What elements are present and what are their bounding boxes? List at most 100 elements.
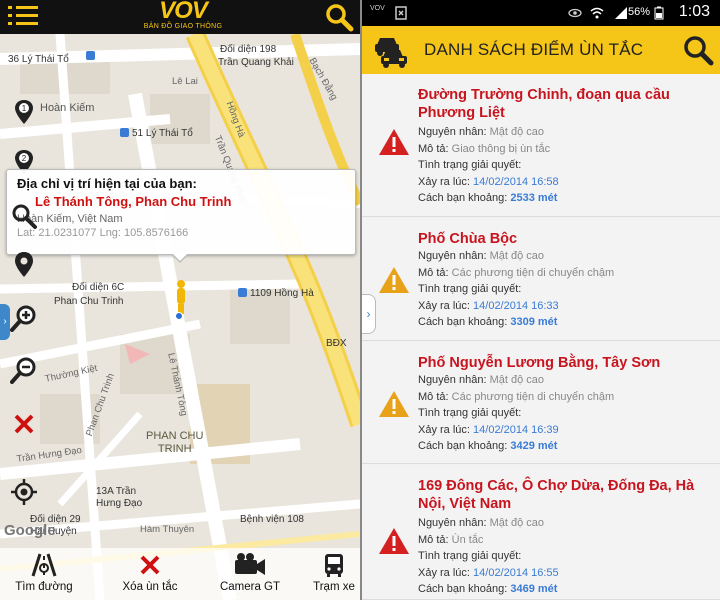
label-state: Tình trạng giải quyết: bbox=[418, 407, 522, 419]
zoom-in-icon[interactable] bbox=[10, 304, 38, 332]
label-cause: Nguyên nhân: bbox=[418, 250, 487, 262]
label-cause: Nguyên nhân: bbox=[418, 517, 487, 529]
bottom-tab-bar: Tìm đường Xóa ùn tắc Camera GT Trạm xe bbox=[0, 548, 360, 600]
value-time: 14/02/2014 16:55 bbox=[473, 566, 559, 579]
logo-mark: VOV bbox=[159, 0, 208, 24]
value-time: 14/02/2014 16:58 bbox=[473, 175, 559, 188]
map-label: Phan Chu Trinh bbox=[54, 296, 124, 307]
map-view[interactable]: 36 Lý Thái Tổ Đối diện 198 Trần Quang Kh… bbox=[0, 34, 360, 600]
map-label: Hàm Thuyên bbox=[140, 524, 195, 535]
label-dist: Cách bạn khoảng: bbox=[418, 192, 508, 204]
item-title: Phố Nguyễn Lương Bằng, Tây Sơn bbox=[418, 355, 661, 371]
search-zoom-icon[interactable] bbox=[10, 202, 38, 230]
label-time: Xảy ra lúc: bbox=[418, 299, 470, 312]
camera-icon bbox=[235, 553, 265, 575]
value-desc: Các phương tiện di chuyển chậm bbox=[451, 266, 615, 279]
status-bar: VOV 56% 1:03 bbox=[362, 0, 720, 26]
value-cause: Mật độ cao bbox=[489, 126, 544, 138]
list-item[interactable]: Đường Trường Chinh, đoạn qua cầu Phương … bbox=[362, 74, 720, 217]
value-time: 14/02/2014 16:39 bbox=[473, 423, 559, 436]
search-icon[interactable] bbox=[324, 2, 354, 32]
value-dist: 2533 mét bbox=[510, 192, 558, 204]
list-header: DANH SÁCH ĐIỂM ÙN TẮC bbox=[362, 26, 720, 74]
map-label: Hoàn Kiếm bbox=[40, 102, 95, 114]
label-state: Tình trạng giải quyết: bbox=[418, 550, 522, 562]
value-desc: Các phương tiện di chuyển chậm bbox=[451, 390, 615, 403]
label-desc: Mô tả: bbox=[418, 390, 449, 403]
menu-icon[interactable] bbox=[8, 4, 40, 28]
map-label: 1109 Hồng Hà bbox=[250, 288, 314, 299]
warning-red-icon bbox=[379, 528, 409, 554]
current-location-person-icon bbox=[175, 280, 185, 320]
label-time: Xảy ra lúc: bbox=[418, 175, 470, 188]
status-time: 1:03 bbox=[678, 3, 710, 20]
popup-city: Hoàn Kiếm, Việt Nam bbox=[17, 213, 123, 225]
tab-camera[interactable]: Camera GT bbox=[210, 552, 290, 598]
map-label: Bệnh viện 108 bbox=[240, 514, 304, 525]
chevron-right-icon: › bbox=[3, 316, 7, 327]
wifi-icon bbox=[590, 7, 604, 19]
svg-text:1: 1 bbox=[22, 104, 27, 113]
value-cause: Mật độ cao bbox=[489, 250, 544, 262]
bus-stop-icon: 1109 Hồng Hà bbox=[238, 288, 314, 299]
item-title: 169 Đông Các, Ô Chợ Dừa, Đống Đa, Hà Nội… bbox=[418, 478, 695, 512]
map-label: Trần Quang Khải bbox=[218, 57, 294, 68]
bus-stop-icon bbox=[86, 51, 98, 62]
map-label: 13A Trần Hưng Đạo bbox=[96, 486, 143, 509]
value-cause: Mật độ cao bbox=[489, 374, 544, 386]
svg-text:2: 2 bbox=[22, 154, 27, 163]
label-cause: Nguyên nhân: bbox=[418, 126, 487, 138]
tab-label: Xóa ùn tắc bbox=[122, 581, 178, 593]
road-icon bbox=[31, 553, 57, 577]
notification-icon bbox=[395, 6, 407, 20]
warning-red-icon bbox=[379, 129, 409, 155]
tab-clear-congestion[interactable]: Xóa ùn tắc bbox=[108, 552, 192, 598]
tab-find-route[interactable]: Tìm đường bbox=[6, 552, 82, 598]
tab-label: Camera GT bbox=[219, 581, 281, 593]
popup-title: Địa chỉ vị trí hiện tại của bạn: bbox=[17, 176, 197, 191]
tab-label: Trạm xe bbox=[313, 581, 355, 593]
map-label: Lê Lai bbox=[172, 76, 198, 87]
current-location-popup[interactable]: Địa chỉ vị trí hiện tại của bạn: Lê Thán… bbox=[6, 169, 356, 263]
status-battery: 56% bbox=[627, 6, 650, 18]
popup-street: Lê Thánh Tông, Phan Chu Trinh bbox=[35, 194, 232, 209]
value-dist: 3469 mét bbox=[510, 583, 558, 595]
label-desc: Mô tả: bbox=[418, 533, 449, 546]
map-label: 36 Lý Thái Tổ bbox=[8, 54, 69, 65]
label-dist: Cách bạn khoảng: bbox=[418, 583, 508, 595]
battery-icon bbox=[654, 6, 664, 20]
label-dist: Cách bạn khoảng: bbox=[418, 440, 508, 452]
label-state: Tình trạng giải quyết: bbox=[418, 283, 522, 295]
collapse-panel-tab[interactable]: › bbox=[362, 294, 376, 334]
tab-bus-station[interactable]: Trạm xe bbox=[304, 552, 360, 598]
value-cause: Mật độ cao bbox=[489, 517, 544, 529]
value-time: 14/02/2014 16:33 bbox=[473, 299, 559, 312]
tab-label: Tìm đường bbox=[15, 581, 73, 593]
zoom-out-icon[interactable] bbox=[10, 356, 38, 384]
gps-target-icon[interactable] bbox=[10, 478, 38, 506]
popup-pointer bbox=[171, 253, 189, 263]
close-x-icon[interactable] bbox=[10, 410, 38, 438]
map-label: 51 Lý Thái Tổ bbox=[132, 128, 193, 139]
pin-1-icon[interactable]: 1 bbox=[10, 98, 38, 126]
bus-stop-icon: 51 Lý Thái Tổ bbox=[120, 128, 193, 139]
search-icon[interactable] bbox=[682, 34, 714, 66]
label-state: Tình trạng giải quyết: bbox=[418, 159, 522, 171]
logo-subtitle: BẢN ĐỒ GIAO THÔNG bbox=[143, 23, 223, 30]
status-carrier: VOV bbox=[370, 5, 385, 12]
location-pin-icon[interactable] bbox=[10, 250, 38, 278]
page-title: DANH SÁCH ĐIỂM ÙN TẮC bbox=[424, 40, 644, 59]
app-logo: VOV BẢN ĐỒ GIAO THÔNG bbox=[138, 0, 228, 34]
warning-orange-icon bbox=[379, 391, 409, 417]
list-item[interactable]: 169 Đông Các, Ô Chợ Dừa, Đống Đa, Hà Nội… bbox=[362, 465, 720, 600]
item-title: Đường Trường Chinh, đoạn qua cầu Phương … bbox=[418, 87, 670, 121]
traffic-jam-icon bbox=[375, 38, 407, 68]
list-item[interactable]: Phố Nguyễn Lương Bằng, Tây Sơn Nguyên nh… bbox=[362, 342, 720, 464]
label-time: Xảy ra lúc: bbox=[418, 423, 470, 436]
value-dist: 3429 mét bbox=[510, 440, 558, 452]
expand-panel-tab[interactable]: › bbox=[0, 304, 10, 340]
signal-icon bbox=[615, 7, 627, 19]
label-time: Xảy ra lúc: bbox=[418, 566, 470, 579]
warning-orange-icon bbox=[379, 267, 409, 293]
list-item[interactable]: Phố Chùa Bộc Nguyên nhân: Mật độ cao Mô … bbox=[362, 218, 720, 341]
